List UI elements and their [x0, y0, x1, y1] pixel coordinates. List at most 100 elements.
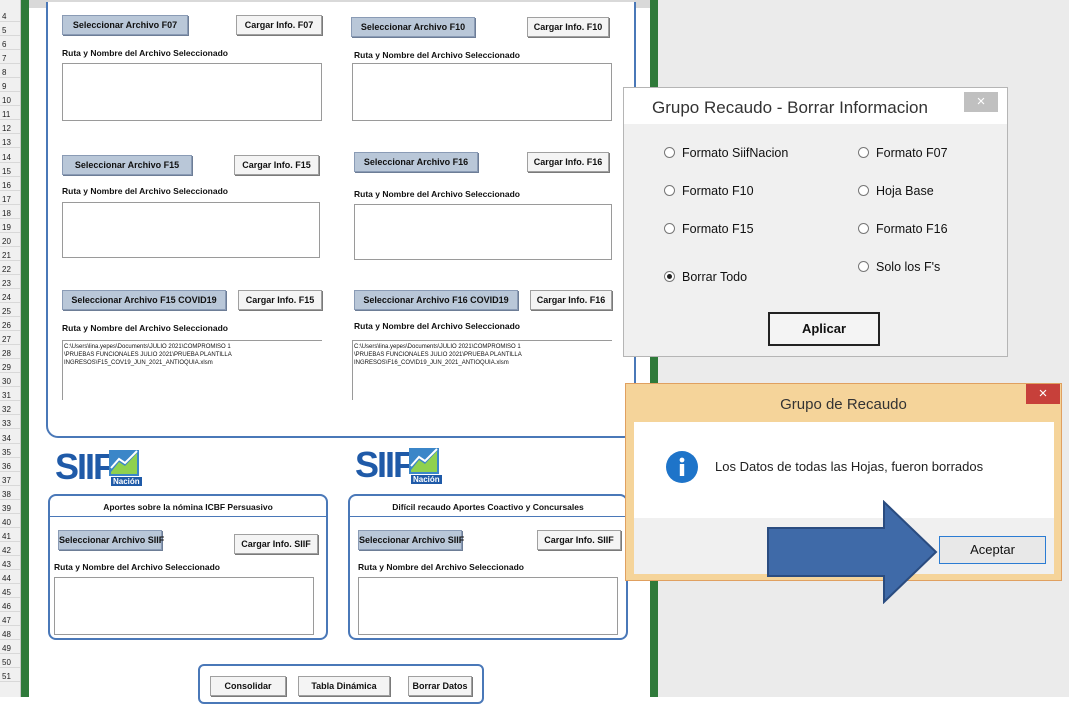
- dialog-title: Grupo Recaudo - Borrar Informacion: [652, 98, 928, 117]
- consolidar-button[interactable]: Consolidar: [210, 676, 286, 696]
- row-number[interactable]: 45: [0, 588, 20, 599]
- radio-borrar-todo[interactable]: Borrar Todo: [664, 270, 747, 284]
- select-file-f07-button[interactable]: Seleccionar Archivo F07: [62, 15, 188, 35]
- row-number[interactable]: 16: [0, 181, 20, 191]
- row-number[interactable]: 41: [0, 532, 20, 542]
- radio-label: Formato SiifNacion: [682, 146, 789, 160]
- row-number[interactable]: 17: [0, 195, 20, 205]
- aceptar-button[interactable]: Aceptar: [939, 536, 1046, 564]
- load-info-siif-icbf-button[interactable]: Cargar Info. SIIF: [234, 534, 318, 554]
- select-file-f15-button[interactable]: Seleccionar Archivo F15: [62, 155, 192, 175]
- load-info-f15-covid-button[interactable]: Cargar Info. F15: [238, 290, 322, 310]
- row-number[interactable]: 6: [0, 40, 20, 51]
- radio-icon: [858, 185, 869, 196]
- row-number[interactable]: 8: [0, 68, 20, 79]
- row-number[interactable]: 38: [0, 490, 20, 500]
- load-info-siif-dificil-button[interactable]: Cargar Info. SIIF: [537, 530, 621, 550]
- row-number[interactable]: 26: [0, 321, 20, 332]
- row-number[interactable]: 21: [0, 251, 20, 261]
- close-icon[interactable]: ×: [1026, 384, 1060, 404]
- select-file-siif-icbf-button[interactable]: Seleccionar Archivo SIIF: [58, 530, 164, 550]
- radio-formato-siifnacion[interactable]: Formato SiifNacion: [664, 146, 788, 160]
- dificil-title: Difícil recaudo Aportes Coactivo y Concu…: [392, 502, 584, 512]
- file-path-box-f16[interactable]: [354, 204, 612, 260]
- row-number[interactable]: 39: [0, 504, 20, 514]
- row-number[interactable]: 30: [0, 377, 20, 388]
- row-number[interactable]: 51: [0, 672, 20, 683]
- load-info-f07-button[interactable]: Cargar Info. F07: [236, 15, 322, 35]
- row-number[interactable]: 22: [0, 265, 20, 275]
- select-file-f10-button[interactable]: Seleccionar Archivo F10: [351, 17, 475, 37]
- radio-icon: [858, 223, 869, 234]
- row-number[interactable]: 19: [0, 223, 20, 233]
- radio-hoja-base[interactable]: Hoja Base: [858, 184, 934, 198]
- borrar-datos-button[interactable]: Borrar Datos: [408, 676, 472, 696]
- radio-icon: [858, 147, 869, 158]
- radio-solo-los-fs[interactable]: Solo los F's: [858, 260, 940, 274]
- file-path-label-f07: Ruta y Nombre del Archivo Seleccionado: [62, 48, 228, 58]
- tabla-dinamica-button[interactable]: Tabla Dinámica: [298, 676, 390, 696]
- row-number[interactable]: 36: [0, 462, 20, 472]
- row-number[interactable]: 12: [0, 124, 20, 135]
- row-number[interactable]: 44: [0, 574, 20, 584]
- load-info-f16-button[interactable]: Cargar Info. F16: [527, 152, 609, 172]
- load-info-f16-covid-button[interactable]: Cargar Info. F16: [530, 290, 612, 310]
- dialog-message: Los Datos de todas las Hojas, fueron bor…: [715, 459, 984, 474]
- file-path-box-f16-covid[interactable]: C:\Users\lina.yepes\Documents\JULIO 2021…: [352, 340, 612, 400]
- row-number[interactable]: 15: [0, 167, 20, 177]
- file-path-box-dificil[interactable]: [358, 577, 618, 635]
- aplicar-button[interactable]: Aplicar: [768, 312, 880, 346]
- row-number[interactable]: 23: [0, 279, 20, 289]
- row-number[interactable]: 47: [0, 616, 20, 627]
- row-number[interactable]: 50: [0, 658, 20, 669]
- row-number[interactable]: 42: [0, 546, 20, 556]
- radio-formato-f10[interactable]: Formato F10: [664, 184, 754, 198]
- row-number[interactable]: 27: [0, 335, 20, 346]
- load-info-f15-button[interactable]: Cargar Info. F15: [234, 155, 319, 175]
- close-icon[interactable]: ×: [964, 92, 998, 112]
- row-number[interactable]: 31: [0, 391, 20, 402]
- row-number[interactable]: 5: [0, 26, 20, 37]
- row-number[interactable]: 34: [0, 434, 20, 444]
- row-number[interactable]: 9: [0, 82, 20, 93]
- radio-formato-f07[interactable]: Formato F07: [858, 146, 948, 160]
- row-number[interactable]: 46: [0, 602, 20, 613]
- row-number[interactable]: 25: [0, 307, 20, 318]
- file-path-line-2: \PRUEBAS FUNCIONALES JULIO 2021\PRUEBA P…: [64, 352, 232, 358]
- row-number[interactable]: 43: [0, 560, 20, 570]
- select-file-f16-button[interactable]: Seleccionar Archivo F16: [354, 152, 478, 172]
- row-number[interactable]: 4: [0, 12, 20, 22]
- row-number[interactable]: 40: [0, 518, 20, 528]
- file-path-box-f10[interactable]: [352, 63, 612, 121]
- row-number[interactable]: 37: [0, 476, 20, 486]
- row-number[interactable]: 11: [0, 110, 20, 121]
- row-number[interactable]: 24: [0, 293, 20, 303]
- row-number[interactable]: 33: [0, 419, 20, 430]
- select-file-siif-dificil-button[interactable]: Seleccionar Archivo SIIF: [358, 530, 464, 550]
- file-path-box-f07[interactable]: [62, 63, 322, 121]
- row-number[interactable]: 18: [0, 209, 20, 219]
- file-path-box-f15-covid[interactable]: C:\Users\lina.yepes\Documents\JULIO 2021…: [62, 340, 322, 400]
- radio-formato-f16[interactable]: Formato F16: [858, 222, 948, 236]
- row-number[interactable]: 14: [0, 153, 20, 163]
- row-number[interactable]: 32: [0, 405, 20, 416]
- select-file-f15-covid-button[interactable]: Seleccionar Archivo F15 COVID19: [62, 290, 226, 310]
- row-number[interactable]: 10: [0, 96, 20, 107]
- row-number[interactable]: 49: [0, 644, 20, 655]
- select-file-f16-covid-button[interactable]: Seleccionar Archivo F16 COVID19: [354, 290, 518, 310]
- file-path-line-3: INGRESOS\F16_COVID19_JUN_2021_ANTIOQUIA.…: [354, 360, 509, 366]
- row-number[interactable]: 29: [0, 363, 20, 374]
- file-path-box-icbf[interactable]: [54, 577, 314, 635]
- row-number[interactable]: 28: [0, 349, 20, 360]
- row-number[interactable]: 48: [0, 630, 20, 641]
- file-path-line-1: C:\Users\lina.yepes\Documents\JULIO 2021…: [354, 344, 521, 350]
- row-number[interactable]: 20: [0, 237, 20, 247]
- file-path-box-f15[interactable]: [62, 202, 320, 258]
- radio-formato-f15[interactable]: Formato F15: [664, 222, 754, 236]
- row-number[interactable]: 7: [0, 54, 20, 65]
- borrar-informacion-dialog: Grupo Recaudo - Borrar Informacion × For…: [623, 87, 1008, 357]
- load-info-f10-button[interactable]: Cargar Info. F10: [527, 17, 609, 37]
- info-icon: [666, 451, 698, 483]
- row-number[interactable]: 13: [0, 138, 20, 149]
- row-number[interactable]: 35: [0, 448, 20, 458]
